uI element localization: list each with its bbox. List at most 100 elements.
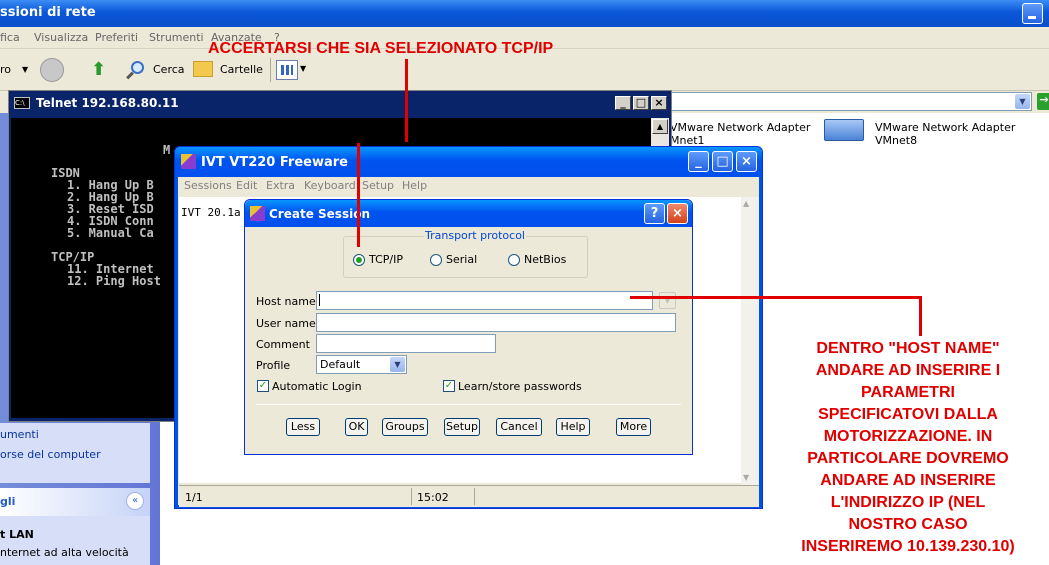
automatic-login-checkbox[interactable]: ✓ xyxy=(257,380,269,392)
annotation-line xyxy=(919,296,922,336)
lan-connection-desc: nternet ad alta velocità xyxy=(0,546,129,559)
help-button[interactable]: Help xyxy=(556,418,590,436)
other-places-panel: umenti orse del computer xyxy=(0,423,150,483)
details-panel-title: gli xyxy=(0,495,16,508)
groups-button[interactable]: Groups xyxy=(382,418,428,436)
profile-label: Profile xyxy=(256,359,291,372)
close-button[interactable]: × xyxy=(651,96,667,110)
ivt-app-icon xyxy=(181,154,196,169)
scroll-down-icon[interactable]: ▼ xyxy=(743,473,749,482)
annotation-line xyxy=(405,59,408,142)
details-panel-header[interactable]: gli « xyxy=(0,488,150,516)
minimize-button[interactable]: _ xyxy=(615,96,631,110)
profile-select[interactable]: Default ▼ xyxy=(316,355,407,374)
ok-button[interactable]: OK xyxy=(345,418,368,436)
comment-label: Comment xyxy=(256,338,310,351)
group-label: Transport protocol xyxy=(424,229,526,242)
radio-tcpip[interactable] xyxy=(353,254,365,266)
create-session-dialog: Create Session ? × Transport protocol TC… xyxy=(244,199,693,455)
learn-passwords-label[interactable]: Learn/store passwords xyxy=(458,380,582,393)
divider xyxy=(256,404,681,405)
ivt-title-bar: IVT VT220 Freeware _ □ × xyxy=(175,147,762,177)
status-page: 1/1 xyxy=(185,491,203,504)
menu-item-edit[interactable]: Edit xyxy=(236,179,257,192)
scroll-up-icon[interactable]: ▲ xyxy=(743,199,749,208)
chevron-down-icon[interactable]: ▼ xyxy=(390,357,405,372)
up-folder-icon[interactable]: ⬆ xyxy=(91,59,111,80)
menu-item-sessions[interactable]: Sessions xyxy=(184,179,232,192)
search-icon[interactable] xyxy=(125,59,147,81)
annotation-host-name: DENTRO "HOST NAME" ANDARE AD INSERIRE I … xyxy=(801,340,1015,555)
chevron-down-icon[interactable]: ▼ xyxy=(300,64,306,73)
toolbar-separator xyxy=(270,58,271,82)
search-button[interactable]: Cerca xyxy=(153,63,185,76)
task-link-computer[interactable]: orse del computer xyxy=(0,448,101,461)
help-icon[interactable]: ? xyxy=(644,203,665,224)
chevron-down-icon[interactable]: ▼ xyxy=(659,292,676,309)
status-divider xyxy=(411,488,412,505)
forward-icon[interactable] xyxy=(40,58,64,82)
go-icon[interactable]: → xyxy=(1037,93,1049,110)
annotation-line xyxy=(630,296,922,299)
profile-value: Default xyxy=(320,358,361,371)
status-divider xyxy=(474,488,475,505)
views-icon[interactable] xyxy=(276,60,298,80)
console-icon: C:\ xyxy=(14,97,30,109)
ivt-title: IVT VT220 Freeware xyxy=(201,155,348,170)
annotation-line xyxy=(357,143,360,247)
maximize-button[interactable]: □ xyxy=(633,96,649,110)
network-adapter-icon[interactable] xyxy=(824,119,864,141)
host-name-input[interactable] xyxy=(316,291,653,310)
menu-item-keyboard[interactable]: Keyboard xyxy=(304,179,356,192)
close-button[interactable]: × xyxy=(667,203,688,224)
menu-item-strumenti[interactable]: Strumenti xyxy=(149,31,204,44)
dialog-title-bar: Create Session ? × xyxy=(245,200,692,227)
text-caret xyxy=(319,294,320,306)
menu-item-modifica[interactable]: fica xyxy=(0,31,20,44)
user-name-input[interactable] xyxy=(316,313,676,332)
dialog-title: Create Session xyxy=(269,207,370,221)
menu-item-setup[interactable]: Setup xyxy=(362,179,394,192)
ivt-screen-text: IVT 20.1a xyxy=(181,206,241,219)
folders-icon[interactable] xyxy=(193,61,213,77)
more-button[interactable]: More xyxy=(616,418,651,436)
folders-button[interactable]: Cartelle xyxy=(220,63,263,76)
menu-item-help[interactable]: Help xyxy=(402,179,427,192)
setup-button[interactable]: Setup xyxy=(444,418,480,436)
menu-item-visualizza[interactable]: Visualizza xyxy=(34,31,88,44)
back-button-label[interactable]: ro xyxy=(0,63,11,76)
lan-connection-title: t LAN xyxy=(0,528,34,541)
menu-item-extra[interactable]: Extra xyxy=(266,179,295,192)
radio-tcpip-label[interactable]: TCP/IP xyxy=(369,253,403,266)
transport-protocol-group: Transport protocol TCP/IP Serial NetBios xyxy=(343,229,588,278)
telnet-title: Telnet 192.168.80.11 xyxy=(36,96,179,110)
radio-netbios-label[interactable]: NetBios xyxy=(524,253,566,266)
annotation-tcpip: ACCERTARSI CHE SIA SELEZIONATO TCP/IP xyxy=(208,40,554,57)
ivt-scrollbar[interactable]: ▲ ▼ xyxy=(741,197,759,485)
radio-serial[interactable] xyxy=(430,254,442,266)
scroll-up-icon[interactable]: ▲ xyxy=(652,119,668,134)
collapse-icon[interactable]: « xyxy=(126,492,144,510)
minimize-button[interactable] xyxy=(1022,3,1043,24)
minimize-button[interactable]: _ xyxy=(688,151,709,172)
ivt-app-icon xyxy=(250,206,265,221)
less-button[interactable]: Less xyxy=(286,418,320,436)
explorer-title-bar: ssioni di rete xyxy=(0,0,1049,27)
maximize-button[interactable]: □ xyxy=(712,151,733,172)
chevron-down-icon[interactable]: ▼ xyxy=(1015,94,1030,109)
menu-item-preferiti[interactable]: Preferiti xyxy=(95,31,138,44)
task-link-documents[interactable]: umenti xyxy=(0,428,39,441)
user-name-label: User name xyxy=(256,317,316,330)
radio-netbios[interactable] xyxy=(508,254,520,266)
host-name-label: Host name xyxy=(256,295,316,308)
cancel-button[interactable]: Cancel xyxy=(496,418,542,436)
address-input[interactable]: ▼ xyxy=(670,92,1032,111)
learn-passwords-checkbox[interactable]: ✓ xyxy=(443,380,455,392)
automatic-login-label[interactable]: Automatic Login xyxy=(272,380,362,393)
chevron-down-icon[interactable]: ▼ xyxy=(22,65,28,74)
close-button[interactable]: × xyxy=(736,151,757,172)
comment-input[interactable] xyxy=(316,334,496,353)
radio-serial-label[interactable]: Serial xyxy=(446,253,477,266)
ivt-status-bar: 1/1 15:02 xyxy=(179,485,759,507)
explorer-title: ssioni di rete xyxy=(0,5,96,20)
